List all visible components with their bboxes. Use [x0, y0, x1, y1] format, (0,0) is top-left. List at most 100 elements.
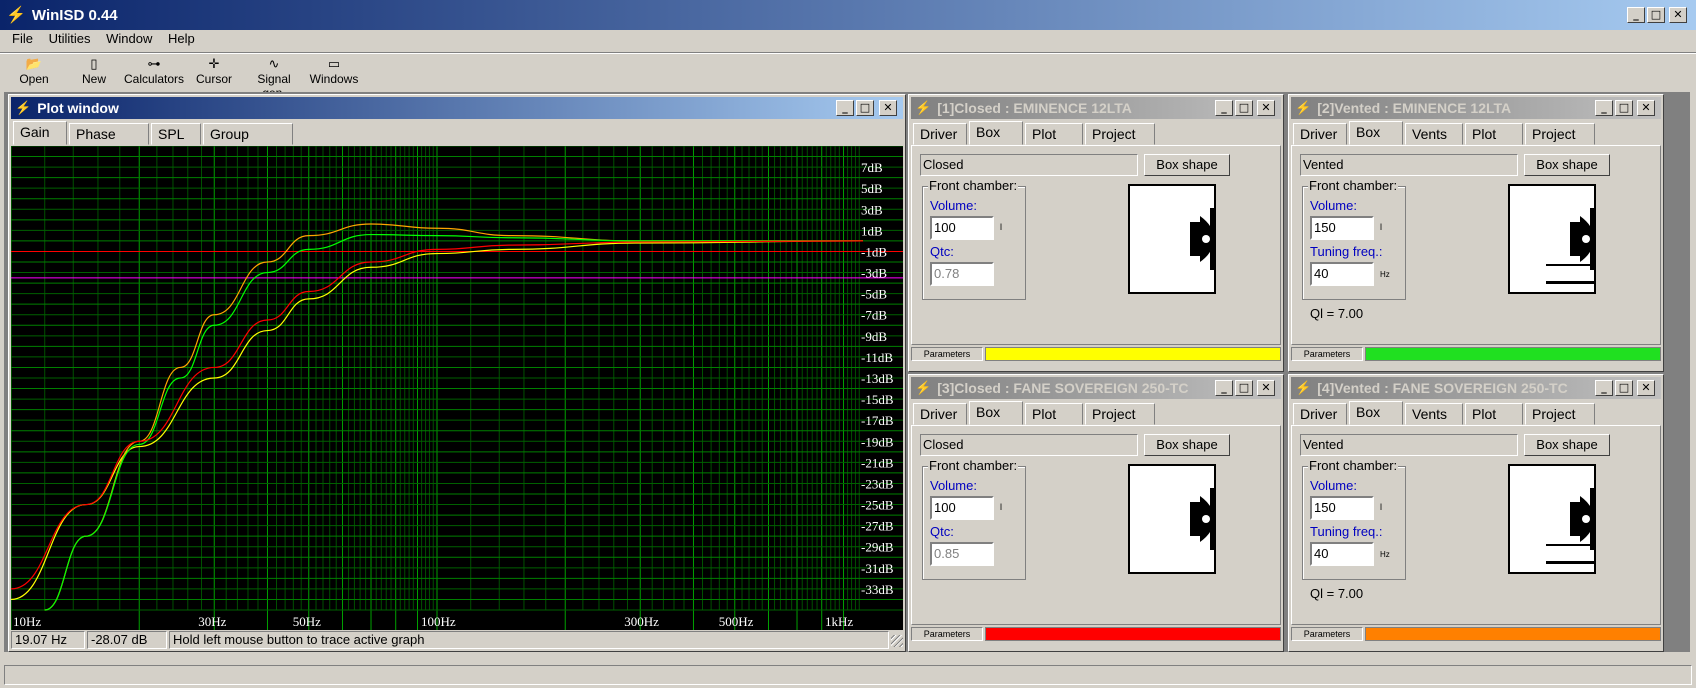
panel-3-color-bar	[985, 627, 1281, 641]
panel-1-box-shape-button[interactable]: Box shape	[1144, 154, 1230, 176]
windows-button[interactable]: ▭ Windows	[308, 56, 360, 86]
panel-1-tab-plot[interactable]: Plot	[1025, 123, 1083, 145]
panel-4-second-input[interactable]: 40	[1310, 542, 1374, 566]
close-button[interactable]: ✕	[1669, 7, 1687, 23]
y-tick-label: 5dB	[861, 181, 883, 196]
y-tick-label: -31dB	[861, 561, 894, 576]
panel-3-tab-content: Closed Box shape Front chamber: Volume: …	[911, 425, 1281, 625]
panel-4-volume-unit: l	[1380, 502, 1382, 512]
panel-2-second-input[interactable]: 40	[1310, 262, 1374, 286]
panel-1-second-input[interactable]: 0.78	[930, 262, 994, 286]
panel-2-tab-box[interactable]: Box	[1349, 121, 1403, 145]
panel-3-tabs: Driver Box Plot Project	[913, 401, 1281, 425]
panel-3-second-input[interactable]: 0.85	[930, 542, 994, 566]
panel-2-maximize-button[interactable]: □	[1615, 100, 1633, 116]
maximize-button[interactable]: □	[1647, 7, 1665, 23]
panel-1-volume-input[interactable]: 100	[930, 216, 994, 240]
speaker-cone-icon	[1190, 488, 1214, 550]
y-tick-label: -29dB	[861, 540, 894, 555]
panel-1-front-chamber-label: Front chamber:	[928, 178, 1019, 193]
panel-4-parameters-button[interactable]: Parameters	[1291, 627, 1363, 641]
panel-3-tab-driver[interactable]: Driver	[913, 403, 967, 425]
project-panel-1: ⚡ [1]Closed : EMINENCE 12LTA _ □ ✕ Drive…	[908, 94, 1284, 372]
panel-4-title: [4]Vented : FANE SOVEREIGN 250-TC	[1317, 380, 1568, 396]
panel-2-minimize-button[interactable]: _	[1595, 100, 1613, 116]
panel-3-tab-project[interactable]: Project	[1085, 403, 1155, 425]
tab-phase-plot[interactable]: Phase plot	[69, 123, 149, 162]
panel-4-box-type[interactable]: Vented	[1300, 434, 1518, 456]
panel-2-volume-input[interactable]: 150	[1310, 216, 1374, 240]
plot-maximize-button[interactable]: □	[856, 100, 874, 116]
panel-2-box-shape-button[interactable]: Box shape	[1524, 154, 1610, 176]
panel-4-icon: ⚡	[1295, 380, 1312, 395]
plot-minimize-button[interactable]: _	[836, 100, 854, 116]
panel-1-box-type[interactable]: Closed	[920, 154, 1138, 176]
panel-4-box-shape-button[interactable]: Box shape	[1524, 434, 1610, 456]
panel-4-tab-driver[interactable]: Driver	[1293, 403, 1347, 425]
calculators-button[interactable]: ⊶ Calculators	[124, 56, 184, 86]
tab-gain[interactable]: Gain	[13, 121, 67, 145]
panel-4-tab-project[interactable]: Project	[1525, 403, 1595, 425]
minimize-button[interactable]: _	[1627, 7, 1645, 23]
y-tick-label: 7dB	[861, 160, 883, 175]
panel-2-box-type[interactable]: Vented	[1300, 154, 1518, 176]
resize-grip-icon[interactable]	[891, 635, 903, 647]
cursor-button[interactable]: ✛ Cursor	[194, 56, 234, 86]
panel-4-tab-vents[interactable]: Vents	[1405, 403, 1463, 425]
panel-2-parameters-button[interactable]: Parameters	[1291, 347, 1363, 361]
y-tick-label: -21dB	[861, 455, 894, 470]
status-frequency: 19.07 Hz	[11, 631, 85, 649]
tab-group-delay[interactable]: Group delay	[203, 123, 293, 162]
panel-3-parameters-button[interactable]: Parameters	[911, 627, 983, 641]
panel-1-tab-driver[interactable]: Driver	[913, 123, 967, 145]
panel-3-minimize-button[interactable]: _	[1215, 380, 1233, 396]
new-button[interactable]: ▯ New	[74, 56, 114, 86]
x-tick-label: 100Hz	[421, 614, 456, 629]
tab-spl[interactable]: SPL	[151, 123, 201, 145]
panel-3-tab-box[interactable]: Box	[969, 401, 1023, 425]
gain-chart[interactable]: 7dB 5dB 3dB 1dB -1dB -3dB -5dB -7dB -9dB -11dB -13…	[11, 146, 903, 630]
x-tick-label: 30Hz	[198, 614, 226, 629]
panel-4-maximize-button[interactable]: □	[1615, 380, 1633, 396]
panel-2-tab-driver[interactable]: Driver	[1293, 123, 1347, 145]
panel-2-tab-vents[interactable]: Vents	[1405, 123, 1463, 145]
plot-close-button[interactable]: ✕	[879, 100, 897, 116]
panel-1-maximize-button[interactable]: □	[1235, 100, 1253, 116]
plot-window-titlebar: ⚡ Plot window	[11, 97, 903, 119]
menu-bar: File Utilities Window Help	[6, 28, 201, 50]
panel-1-tab-project[interactable]: Project	[1085, 123, 1155, 145]
panel-4-tab-plot[interactable]: Plot	[1465, 403, 1523, 425]
panel-1-parameters-button[interactable]: Parameters	[911, 347, 983, 361]
y-tick-label: -11dB	[861, 350, 893, 365]
panel-4-minimize-button[interactable]: _	[1595, 380, 1613, 396]
menu-help[interactable]: Help	[162, 28, 201, 50]
folder-open-icon: 📂	[25, 56, 43, 71]
panel-3-tab-plot[interactable]: Plot	[1025, 403, 1083, 425]
panel-2-tab-project[interactable]: Project	[1525, 123, 1595, 145]
panel-2-close-button[interactable]: ✕	[1637, 100, 1655, 116]
panel-2-volume-unit: l	[1380, 222, 1382, 232]
panel-4-close-button[interactable]: ✕	[1637, 380, 1655, 396]
panel-3-volume-input[interactable]: 100	[930, 496, 994, 520]
panel-3-box-shape-button[interactable]: Box shape	[1144, 434, 1230, 456]
panel-3-maximize-button[interactable]: □	[1235, 380, 1253, 396]
panel-3-box-type[interactable]: Closed	[920, 434, 1138, 456]
panel-1-tab-box[interactable]: Box	[969, 121, 1023, 145]
panel-3-close-button[interactable]: ✕	[1257, 380, 1275, 396]
open-button[interactable]: 📂 Open	[12, 56, 56, 86]
panel-4-volume-input[interactable]: 150	[1310, 496, 1374, 520]
y-tick-label: -25dB	[861, 498, 894, 513]
new-document-icon: ▯	[90, 56, 98, 71]
menu-file[interactable]: File	[6, 28, 39, 50]
y-tick-label: 3dB	[861, 202, 883, 217]
y-tick-label: -3dB	[861, 266, 887, 281]
panel-2-tab-plot[interactable]: Plot	[1465, 123, 1523, 145]
panel-1-minimize-button[interactable]: _	[1215, 100, 1233, 116]
panel-1-close-button[interactable]: ✕	[1257, 100, 1275, 116]
panel-2-second-unit: Hz	[1380, 270, 1390, 279]
menu-window[interactable]: Window	[100, 28, 158, 50]
panel-4-tab-box[interactable]: Box	[1349, 401, 1403, 425]
panel-3-volume-unit: l	[1000, 502, 1002, 512]
menu-utilities[interactable]: Utilities	[43, 28, 97, 50]
y-tick-label: -1dB	[861, 244, 887, 259]
